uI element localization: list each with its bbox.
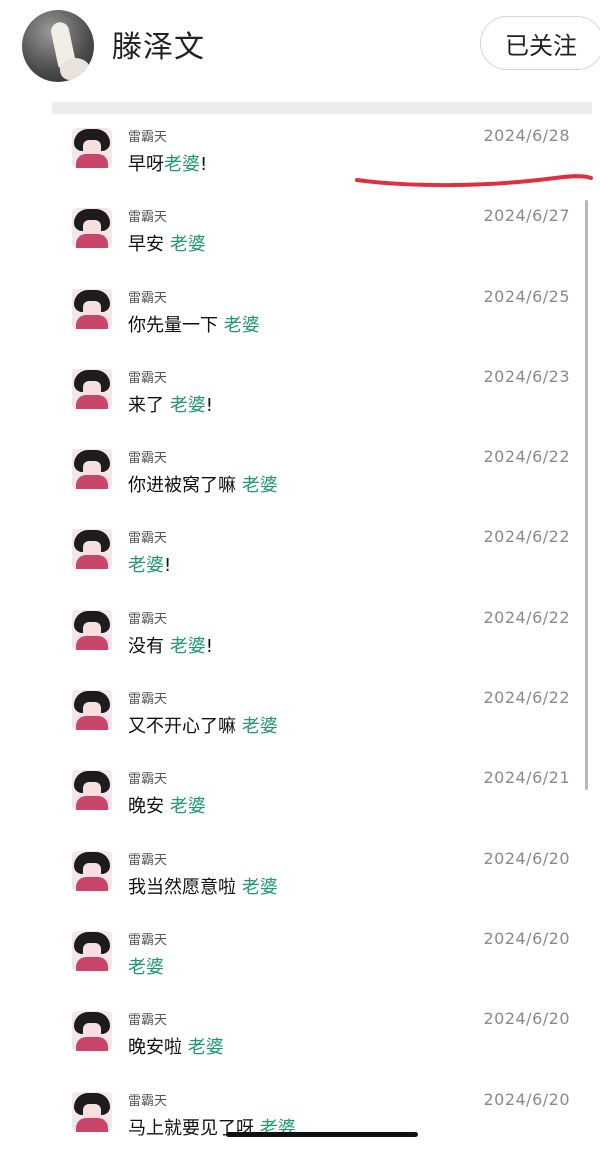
sender-name: 雷霸天 [128, 210, 168, 226]
sender-avatar[interactable] [72, 128, 112, 168]
message-text: 又不开心了嘛 老婆 [128, 712, 278, 738]
sender-avatar[interactable] [72, 288, 112, 329]
message-text: 来了 老婆! [128, 391, 213, 417]
message-date: 2024/6/20 [483, 1089, 570, 1109]
message-highlight: 老婆 [187, 1037, 224, 1059]
profile-header: 滕泽文 已关注 [0, 0, 600, 92]
sender-avatar[interactable] [72, 1091, 112, 1132]
message-text: 你先量一下 老婆 [128, 311, 260, 337]
message-row[interactable]: 雷霸天晚安 老婆 2024/6/21 [0, 762, 600, 842]
message-highlight: 老婆 [169, 635, 206, 657]
sender-avatar[interactable] [72, 609, 112, 650]
message-list: 雷霸天 早呀老婆! 2024/6/28 雷霸天 早安 老婆 2024/6/27 雷霸天 你先量… [0, 120, 600, 1164]
sender-avatar[interactable] [72, 1011, 112, 1052]
message-row[interactable]: 雷霸天早安 老婆 2024/6/27 [0, 200, 600, 280]
sender-avatar[interactable] [72, 850, 112, 891]
sender-avatar[interactable] [72, 690, 112, 731]
message-text: 你进被窝了嘛 老婆 [128, 471, 278, 497]
sender-name: 雷霸天 [128, 451, 168, 467]
message-text: 我当然愿意啦 老婆 [128, 873, 278, 899]
message-row[interactable]: 雷霸天你进被窝了嘛 老婆 2024/6/22 [0, 441, 600, 521]
sender-name: 雷霸天 [128, 772, 168, 788]
sender-name: 雷霸天 [128, 1093, 168, 1109]
message-highlight: 老婆 [241, 475, 278, 497]
sender-name: 雷霸天 [128, 852, 168, 868]
message-text: 老婆 [128, 953, 164, 979]
message-date: 2024/6/22 [483, 527, 570, 547]
message-body: 晚安 [128, 796, 170, 818]
sender-name: 雷霸天 [128, 290, 168, 306]
message-body: 晚安啦 [128, 1037, 188, 1059]
profile-name: 滕泽文 [112, 30, 205, 65]
sender-name: 雷霸天 [128, 130, 168, 145]
sender-name: 雷霸天 [128, 692, 168, 708]
sender-avatar[interactable] [72, 930, 112, 971]
message-text: 早安 老婆 [128, 230, 206, 256]
message-body: 没有 [128, 635, 170, 657]
sender-avatar[interactable] [72, 208, 112, 249]
message-body: 你进被窝了嘛 [128, 475, 242, 497]
message-date: 2024/6/20 [483, 928, 570, 948]
message-text: 晚安 老婆 [128, 792, 206, 818]
message-highlight: 老婆 [128, 956, 164, 978]
sender-name: 雷霸天 [128, 531, 168, 547]
sender-name: 雷霸天 [128, 370, 168, 386]
sender-avatar[interactable] [72, 529, 112, 570]
sender-avatar[interactable] [72, 770, 112, 811]
message-highlight: 老婆 [169, 796, 206, 818]
message-row[interactable]: 雷霸天早呀老婆! 2024/6/28 [0, 120, 600, 200]
message-highlight: 老婆 [223, 314, 260, 336]
message-date: 2024/6/25 [483, 286, 570, 306]
message-suffix: ! [205, 394, 213, 416]
message-row[interactable]: 雷霸天来了 老婆! 2024/6/23 [0, 361, 600, 441]
message-date: 2024/6/28 [483, 126, 570, 145]
message-row[interactable]: 雷霸天你先量一下 老婆 2024/6/25 [0, 281, 600, 361]
message-text: 没有 老婆! [128, 632, 213, 658]
message-row[interactable]: 雷霸天老婆! 2024/6/22 [0, 521, 600, 601]
profile-avatar[interactable] [22, 10, 94, 82]
message-body: 又不开心了嘛 [128, 716, 242, 738]
message-date: 2024/6/21 [483, 768, 570, 788]
message-row[interactable]: 雷霸天晚安啦 老婆 2024/6/20 [0, 1003, 600, 1083]
message-row[interactable]: 雷霸天又不开心了嘛 老婆 2024/6/22 [0, 682, 600, 762]
message-body: 早安 [128, 234, 170, 256]
message-date: 2024/6/27 [483, 206, 570, 226]
message-suffix: ! [164, 555, 172, 577]
message-date: 2024/6/23 [483, 366, 570, 386]
following-button[interactable]: 已关注 [480, 16, 600, 70]
home-indicator[interactable] [226, 1132, 418, 1137]
message-text: 早呀老婆! [128, 150, 207, 176]
section-divider [52, 102, 592, 114]
message-date: 2024/6/20 [483, 1009, 570, 1029]
message-highlight: 老婆 [128, 555, 164, 577]
message-suffix: ! [200, 154, 208, 175]
sender-avatar[interactable] [72, 368, 112, 409]
message-date: 2024/6/22 [483, 607, 570, 627]
message-highlight: 老婆 [169, 234, 206, 256]
message-highlight: 老婆 [164, 154, 200, 175]
message-text: 老婆! [128, 551, 171, 577]
message-row[interactable]: 雷霸天没有 老婆! 2024/6/22 [0, 602, 600, 682]
message-text: 晚安啦 老婆 [128, 1033, 224, 1059]
message-body: 来了 [128, 394, 170, 416]
message-highlight: 老婆 [169, 394, 206, 416]
message-row[interactable]: 雷霸天 马上就要见了呀 老婆 2024/6/20 [0, 1084, 600, 1164]
message-row[interactable]: 雷霸天老婆 2024/6/20 [0, 923, 600, 1003]
message-row[interactable]: 雷霸天我当然愿意啦 老婆 2024/6/20 [0, 843, 600, 923]
message-body: 我当然愿意啦 [128, 876, 242, 898]
sender-name: 雷霸天 [128, 932, 168, 948]
sender-name: 雷霸天 [128, 611, 168, 627]
message-body: 你先量一下 [128, 314, 224, 336]
sender-avatar[interactable] [72, 449, 112, 490]
message-date: 2024/6/20 [483, 848, 570, 868]
message-body: 早呀 [128, 154, 164, 175]
message-date: 2024/6/22 [483, 447, 570, 467]
message-date: 2024/6/22 [483, 688, 570, 708]
message-highlight: 老婆 [241, 876, 278, 898]
sender-name: 雷霸天 [128, 1013, 168, 1029]
message-suffix: ! [205, 635, 213, 657]
message-highlight: 老婆 [241, 716, 278, 738]
